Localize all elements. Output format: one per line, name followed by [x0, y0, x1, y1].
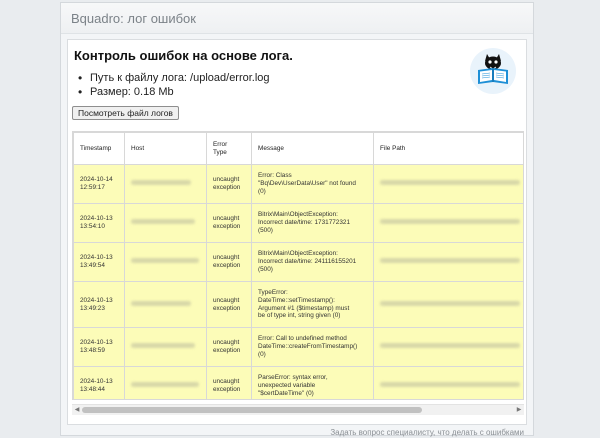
cell-message: Bitrix\Main\ObjectException: Incorrect d… — [251, 242, 374, 282]
cell-message: TypeError: DateTime::setTimestamp(): Arg… — [251, 281, 374, 328]
page-heading: Контроль ошибок на основе лога. — [74, 48, 293, 63]
cell-message: Error: Class "Bq\Dev\UserData\User" not … — [251, 164, 374, 204]
cell-timestamp: 2024-10-14 12:59:17 — [73, 164, 125, 204]
cell-error-type: uncaught exception — [206, 242, 252, 282]
log-info-list: Путь к файлу лога: /upload/error.log Раз… — [78, 71, 270, 99]
cell-host-redacted — [124, 327, 207, 367]
cell-host-redacted — [124, 203, 207, 243]
app-window: Bquadro: лог ошибок Контроль ошибок на о… — [60, 2, 534, 437]
cell-message: Error: Call to undefined method DateTime… — [251, 327, 374, 367]
cell-timestamp: 2024-10-13 13:49:54 — [73, 242, 125, 282]
error-table-container: Timestamp Host Error Type Message File P… — [72, 131, 524, 400]
log-size-item: Размер: 0.18 Mb — [78, 85, 270, 99]
scroll-right-icon[interactable]: ▶ — [515, 406, 523, 414]
table-row: 2024-10-13 13:54:10 uncaught exception Bit… — [73, 203, 523, 243]
scrollbar-thumb[interactable] — [82, 407, 422, 413]
scroll-left-icon[interactable]: ◀ — [73, 406, 81, 414]
cell-file-path-redacted — [373, 203, 523, 243]
window-header: Bquadro: лог ошибок — [61, 3, 533, 34]
error-table: Timestamp Host Error Type Message File P… — [73, 132, 523, 399]
cell-file-path-redacted — [373, 281, 523, 328]
table-header-row: Timestamp Host Error Type Message File P… — [73, 132, 523, 165]
header-error-type: Error Type — [206, 132, 252, 165]
horizontal-scrollbar[interactable]: ◀ ▶ — [72, 404, 524, 415]
table-row: 2024-10-14 12:59:17 uncaught exception Err… — [73, 164, 523, 204]
cell-file-path-redacted — [373, 366, 523, 399]
cell-error-type: uncaught exception — [206, 327, 252, 367]
table-row: 2024-10-13 13:48:59 uncaught exception Err… — [73, 327, 523, 367]
header-host: Host — [124, 132, 207, 165]
cell-file-path-redacted — [373, 164, 523, 204]
cell-message: Bitrix\Main\ObjectException: Incorrect d… — [251, 203, 374, 243]
main-panel: Контроль ошибок на основе лога. • Путь к… — [67, 39, 527, 437]
cell-file-path-redacted — [373, 242, 523, 282]
table-row: 2024-10-13 13:49:23 uncaught exception Typ… — [73, 281, 523, 328]
header-message: Message — [251, 132, 374, 165]
cell-host-redacted — [124, 242, 207, 282]
cat-reading-book-icon — [470, 48, 516, 94]
table-row: 2024-10-13 13:49:54 uncaught exception Bit… — [73, 242, 523, 282]
cell-timestamp: 2024-10-13 13:49:23 — [73, 281, 125, 328]
view-log-file-button[interactable]: Посмотреть файл логов — [72, 106, 179, 120]
cell-timestamp: 2024-10-13 13:48:44 — [73, 366, 125, 399]
cell-error-type: uncaught exception — [206, 281, 252, 328]
cell-timestamp: 2024-10-13 13:54:10 — [73, 203, 125, 243]
cell-message: ParseError: syntax error, unexpected var… — [251, 366, 374, 399]
cell-host-redacted — [124, 366, 207, 399]
cell-error-type: uncaught exception — [206, 366, 252, 399]
ask-specialist-link[interactable]: Задать вопрос специалисту, что делать с … — [330, 428, 524, 437]
cell-host-redacted — [124, 164, 207, 204]
cell-timestamp: 2024-10-13 13:48:59 — [73, 327, 125, 367]
cell-error-type: uncaught exception — [206, 164, 252, 204]
cell-host-redacted — [124, 281, 207, 328]
table-row: 2024-10-13 13:48:44 uncaught exception Par… — [73, 366, 523, 399]
log-path-item: Путь к файлу лога: /upload/error.log — [78, 71, 270, 85]
header-file-path: File Path — [373, 132, 523, 165]
header-timestamp: Timestamp — [73, 132, 125, 165]
cell-error-type: uncaught exception — [206, 203, 252, 243]
window-title: Bquadro: лог ошибок — [71, 10, 196, 26]
cell-file-path-redacted — [373, 327, 523, 367]
